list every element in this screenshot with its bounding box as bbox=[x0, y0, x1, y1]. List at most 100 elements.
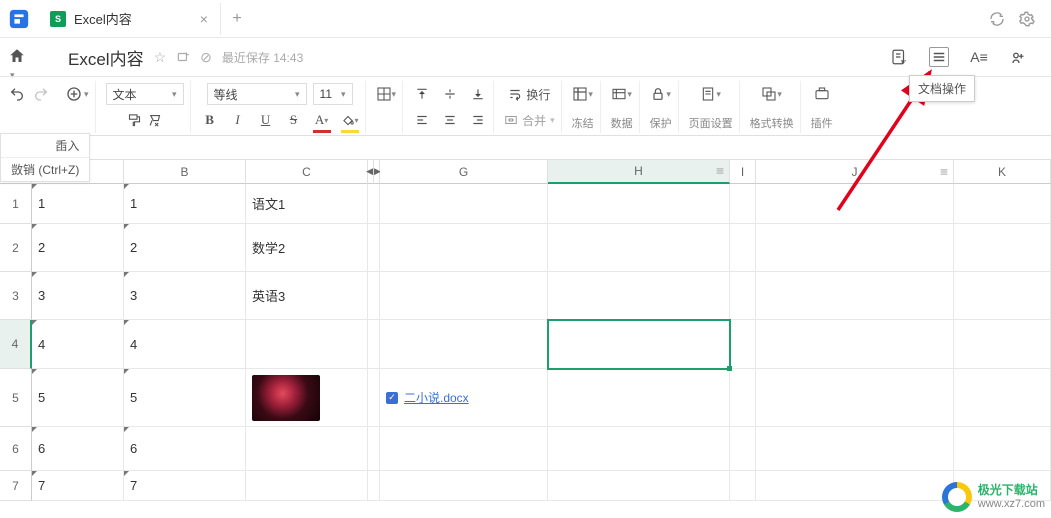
cell[interactable]: 6 bbox=[32, 427, 124, 471]
home-icon[interactable]: ▾ bbox=[8, 47, 28, 67]
convert-button[interactable]: ▾ bbox=[761, 83, 782, 105]
app-logo[interactable] bbox=[0, 0, 38, 38]
italic-button[interactable]: I bbox=[229, 109, 247, 131]
text-color-button[interactable]: A▾ bbox=[313, 109, 331, 131]
freeze-button[interactable]: ▾ bbox=[572, 83, 593, 105]
cell[interactable] bbox=[756, 184, 954, 224]
cell[interactable] bbox=[548, 272, 730, 320]
plugin-button[interactable] bbox=[813, 83, 831, 105]
column-header[interactable]: G bbox=[380, 160, 548, 184]
cell[interactable] bbox=[380, 427, 548, 471]
insert-button[interactable]: ▾ bbox=[66, 83, 89, 105]
cell[interactable] bbox=[756, 272, 954, 320]
strike-button[interactable]: S bbox=[285, 109, 303, 131]
valign-bot-button[interactable] bbox=[469, 83, 487, 105]
row-header[interactable]: 7 bbox=[0, 471, 32, 501]
cell[interactable] bbox=[954, 320, 1051, 369]
cell[interactable] bbox=[380, 224, 548, 272]
column-header[interactable]: K bbox=[954, 160, 1051, 184]
align-center-button[interactable] bbox=[441, 109, 459, 131]
cell[interactable] bbox=[756, 224, 954, 272]
column-menu-icon[interactable] bbox=[939, 167, 949, 177]
valign-top-button[interactable] bbox=[413, 83, 431, 105]
cell[interactable]: 2 bbox=[32, 224, 124, 272]
cell[interactable]: 5 bbox=[32, 369, 124, 427]
cell[interactable] bbox=[246, 471, 368, 501]
cell[interactable] bbox=[548, 471, 730, 501]
cell[interactable] bbox=[730, 471, 756, 501]
row-header[interactable]: 3 bbox=[0, 272, 32, 320]
cell[interactable]: 数学2 bbox=[246, 224, 368, 272]
cell[interactable]: 2 bbox=[124, 224, 246, 272]
cell[interactable] bbox=[380, 320, 548, 369]
cell[interactable]: 6 bbox=[124, 427, 246, 471]
format-painter-button[interactable] bbox=[126, 109, 144, 131]
cell[interactable] bbox=[380, 471, 548, 501]
settings-icon[interactable] bbox=[1019, 11, 1035, 27]
column-header[interactable]: B bbox=[124, 160, 246, 184]
clear-format-button[interactable] bbox=[146, 109, 164, 131]
close-tab-icon[interactable]: × bbox=[200, 11, 208, 27]
spreadsheet-grid[interactable]: ABC◀▶GHIJK111语文1222数学2333英语3444555✓二小说.d… bbox=[0, 160, 1051, 501]
cell[interactable]: 4 bbox=[124, 320, 246, 369]
row-header[interactable]: 5 bbox=[0, 369, 32, 427]
cell[interactable] bbox=[548, 320, 730, 369]
cell[interactable] bbox=[730, 320, 756, 369]
row-header[interactable]: 4 bbox=[0, 320, 32, 369]
cell[interactable] bbox=[954, 224, 1051, 272]
sync-icon[interactable] bbox=[989, 11, 1005, 27]
column-header[interactable]: C bbox=[246, 160, 368, 184]
cell[interactable]: 语文1 bbox=[246, 184, 368, 224]
cell[interactable] bbox=[954, 427, 1051, 471]
column-header[interactable]: J bbox=[756, 160, 954, 184]
cell[interactable] bbox=[548, 369, 730, 427]
cell[interactable] bbox=[954, 184, 1051, 224]
borders-button[interactable]: ▾ bbox=[376, 83, 397, 105]
form-icon[interactable] bbox=[889, 47, 909, 67]
document-tab[interactable]: S Excel内容 × bbox=[38, 3, 221, 35]
cell[interactable] bbox=[756, 427, 954, 471]
cell[interactable] bbox=[548, 184, 730, 224]
cell[interactable] bbox=[246, 427, 368, 471]
move-icon[interactable] bbox=[176, 50, 190, 64]
cell[interactable]: 3 bbox=[124, 272, 246, 320]
column-header[interactable]: I bbox=[730, 160, 756, 184]
font-dropdown[interactable]: 等线▾ bbox=[207, 83, 307, 105]
cell[interactable] bbox=[246, 320, 368, 369]
cell[interactable]: 1 bbox=[32, 184, 124, 224]
row-header[interactable]: 1 bbox=[0, 184, 32, 224]
cell[interactable] bbox=[246, 369, 368, 427]
menu-icon[interactable] bbox=[929, 47, 949, 67]
underline-button[interactable]: U bbox=[257, 109, 275, 131]
cell[interactable]: ✓二小说.docx bbox=[380, 369, 548, 427]
cell[interactable]: 5 bbox=[124, 369, 246, 427]
cell[interactable]: 3 bbox=[32, 272, 124, 320]
protect-button[interactable]: ▾ bbox=[650, 83, 671, 105]
page-setup-button[interactable]: ▾ bbox=[700, 83, 721, 105]
cell[interactable]: 1 bbox=[124, 184, 246, 224]
star-icon[interactable]: ☆ bbox=[154, 49, 167, 66]
cell[interactable] bbox=[730, 272, 756, 320]
cell[interactable] bbox=[380, 184, 548, 224]
cell[interactable] bbox=[954, 272, 1051, 320]
align-right-button[interactable] bbox=[469, 109, 487, 131]
fill-color-button[interactable]: ▾ bbox=[341, 109, 359, 131]
cell[interactable] bbox=[730, 369, 756, 427]
row-header[interactable]: 2 bbox=[0, 224, 32, 272]
wrap-button[interactable]: 换行 bbox=[508, 83, 550, 105]
cell[interactable]: 7 bbox=[124, 471, 246, 501]
bold-button[interactable]: B bbox=[201, 109, 219, 131]
cell[interactable] bbox=[730, 427, 756, 471]
undo-button[interactable] bbox=[8, 83, 26, 105]
column-header[interactable]: H bbox=[548, 160, 730, 184]
text-format-icon[interactable]: A≡ bbox=[969, 47, 989, 67]
file-link[interactable]: 二小说.docx bbox=[404, 389, 469, 406]
new-tab-button[interactable]: + bbox=[221, 10, 253, 28]
cell[interactable] bbox=[730, 224, 756, 272]
cell[interactable] bbox=[756, 369, 954, 427]
cell[interactable] bbox=[548, 224, 730, 272]
cell[interactable] bbox=[380, 272, 548, 320]
column-menu-icon[interactable] bbox=[715, 166, 725, 176]
align-left-button[interactable] bbox=[413, 109, 431, 131]
share-icon[interactable] bbox=[1009, 47, 1029, 67]
